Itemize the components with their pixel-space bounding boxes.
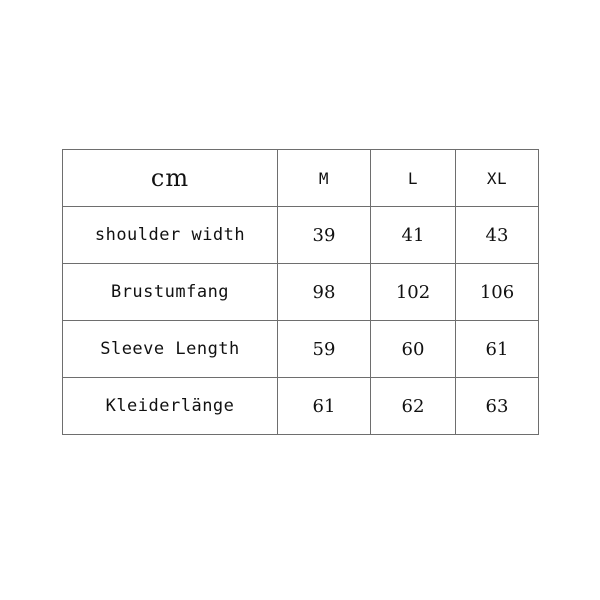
value-shoulder-width-l: 41 [370,206,456,264]
table-header-row: cm M L XL [62,149,539,207]
value-sleeve-length-l: 60 [370,320,456,378]
measure-label-sleeve-length: Sleeve Length [62,320,278,378]
value-brustumfang-m: 98 [277,263,371,321]
measure-label-brustumfang: Brustumfang [62,263,278,321]
value-kleiderlaenge-xl: 63 [455,377,539,435]
value-shoulder-width-m: 39 [277,206,371,264]
value-brustumfang-l: 102 [370,263,456,321]
value-kleiderlaenge-l: 62 [370,377,456,435]
value-sleeve-length-xl: 61 [455,320,539,378]
measure-label-kleiderlaenge: Kleiderlänge [62,377,278,435]
value-sleeve-length-m: 59 [277,320,371,378]
measure-label-shoulder-width: shoulder width [62,206,278,264]
table-row: shoulder width 39 41 43 [62,206,539,264]
table-row: Sleeve Length 59 60 61 [62,320,539,378]
size-chart-table: cm M L XL shoulder width 39 41 43 Brustu… [62,149,539,435]
size-header-m: M [277,149,371,207]
table-row: Brustumfang 98 102 106 [62,263,539,321]
size-header-xl: XL [455,149,539,207]
value-shoulder-width-xl: 43 [455,206,539,264]
table-body: shoulder width 39 41 43 Brustumfang 98 1… [62,206,539,435]
size-chart-page: cm M L XL shoulder width 39 41 43 Brustu… [0,0,600,600]
value-kleiderlaenge-m: 61 [277,377,371,435]
size-header-l: L [370,149,456,207]
value-brustumfang-xl: 106 [455,263,539,321]
table-header: cm M L XL [62,149,539,207]
table-row: Kleiderlänge 61 62 63 [62,377,539,435]
unit-header-cell: cm [62,149,278,207]
